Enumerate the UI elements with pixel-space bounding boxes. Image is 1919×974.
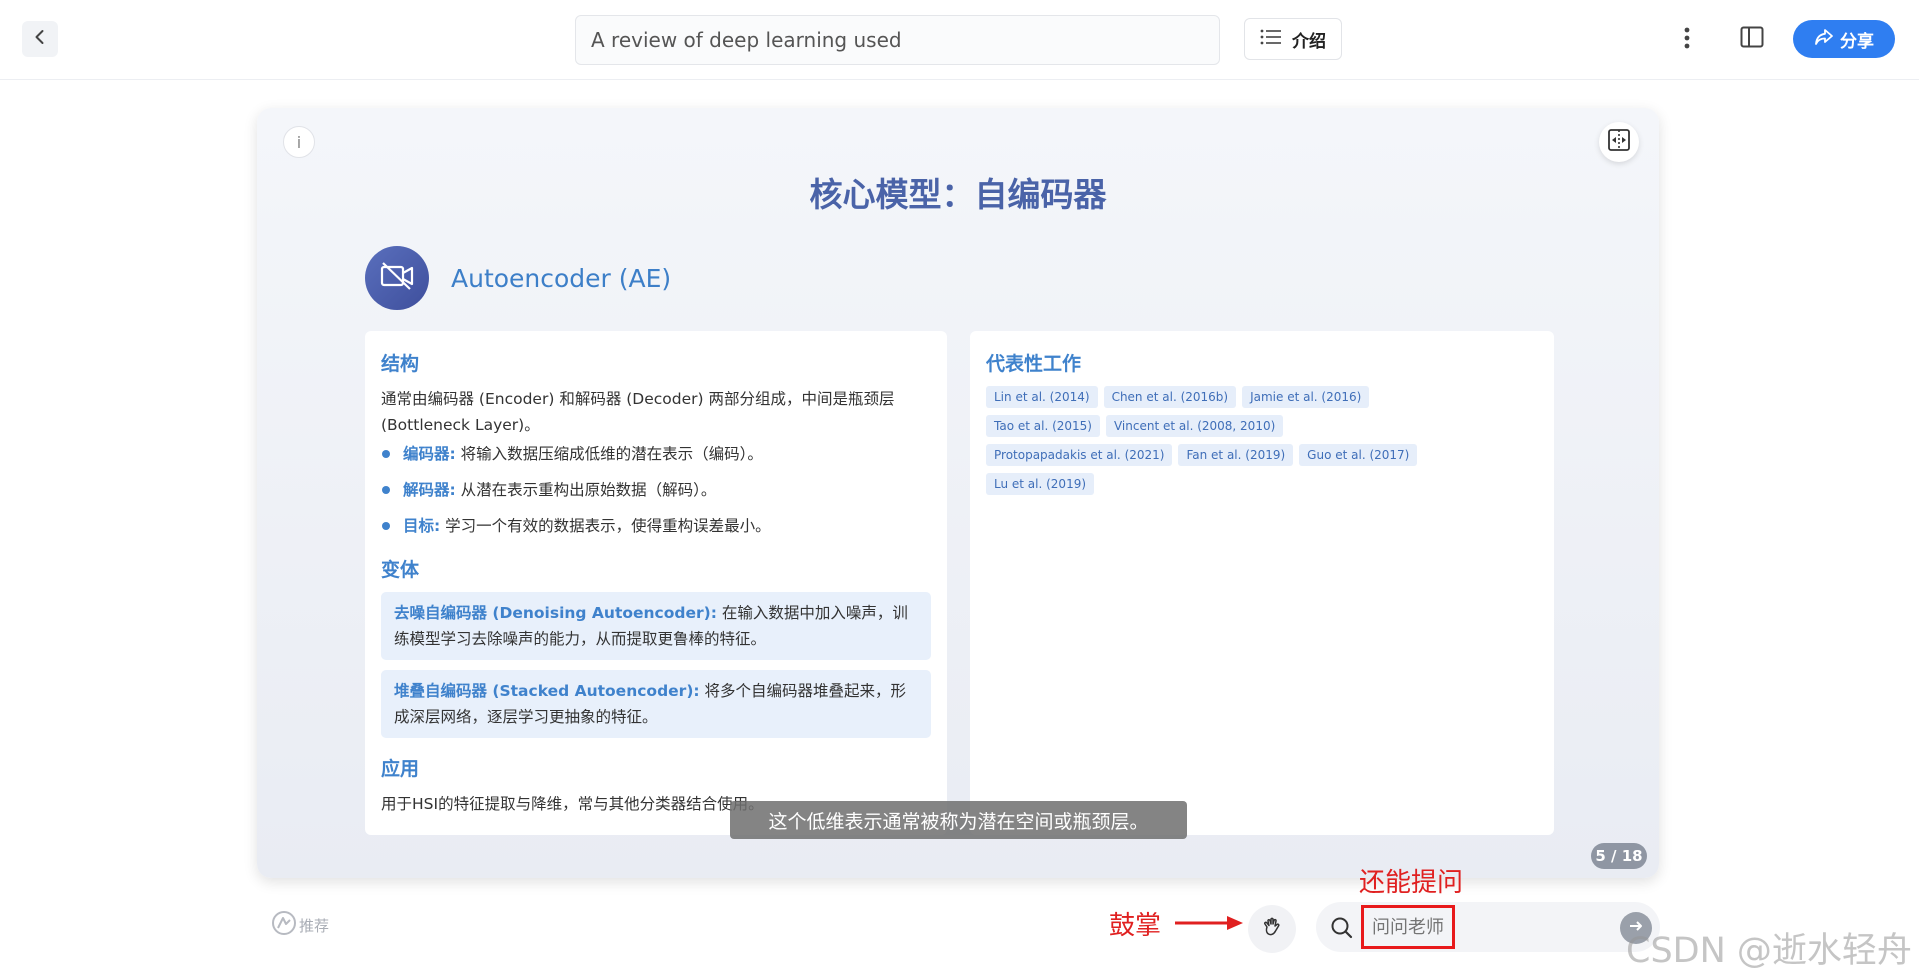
application-heading: 应用 <box>381 758 420 780</box>
recommend-icon <box>271 910 297 940</box>
intro-label: 介绍 <box>1292 31 1326 52</box>
list-item: 目标: 学习一个有效的数据表示，使得重构误差最小。 <box>381 513 931 539</box>
share-icon <box>1814 28 1834 51</box>
info-button[interactable]: i <box>283 126 315 158</box>
list-item-text: 将输入数据压缩成低维的潜在表示（编码）。 <box>455 445 763 463</box>
split-view-button[interactable] <box>1599 122 1639 162</box>
intro-button[interactable]: 介绍 <box>1244 18 1342 60</box>
page-indicator: 5 / 18 <box>1591 843 1647 869</box>
recommend-label: 推荐 <box>299 916 330 935</box>
reference-tag: Lin et al. (2014) <box>986 386 1098 408</box>
list-icon <box>1260 28 1282 51</box>
list-item: 编码器: 将输入数据压缩成低维的潜在表示（编码）。 <box>381 441 931 467</box>
structure-heading: 结构 <box>381 353 420 375</box>
share-label: 分享 <box>1840 31 1874 52</box>
clap-hand-icon <box>1260 915 1284 943</box>
list-item: 解码器: 从潜在表示重构出原始数据（解码）。 <box>381 477 931 503</box>
ask-bar <box>1316 902 1660 952</box>
document-title-field[interactable]: A review of deep learning used <box>575 15 1220 65</box>
ask-annotation: 还能提问 <box>1359 868 1464 898</box>
reference-tag: Fan et al. (2019) <box>1178 444 1294 466</box>
reference-tag: Protopapadakis et al. (2021) <box>986 444 1173 466</box>
video-off-icon <box>380 261 414 295</box>
share-button[interactable]: 分享 <box>1793 20 1895 58</box>
variant-box: 堆叠自编码器 (Stacked Autoencoder): 将多个自编码器堆叠起… <box>381 670 931 738</box>
variant-box: 去噪自编码器 (Denoising Autoencoder): 在输入数据中加入… <box>381 592 931 660</box>
info-icon: i <box>296 132 302 152</box>
representative-panel: 代表性工作 Lin et al. (2014) Chen et al. (201… <box>970 331 1554 835</box>
structure-description: 通常由编码器 (Encoder) 和解码器 (Decoder) 两部分组成，中间… <box>381 390 895 434</box>
structure-panel: 结构 通常由编码器 (Encoder) 和解码器 (Decoder) 两部分组成… <box>365 331 947 835</box>
list-item-key: 目标: <box>403 517 441 535</box>
sidebar-icon <box>1740 26 1764 52</box>
clap-annotation: 鼓掌 <box>1109 911 1162 941</box>
reference-tag: Vincent et al. (2008, 2010) <box>1105 415 1284 437</box>
model-badge <box>365 246 429 310</box>
document-title-text: A review of deep learning used <box>591 28 902 52</box>
back-button[interactable] <box>22 21 58 57</box>
app-root: A review of deep learning used 介绍 分享 i 核… <box>0 0 1919 974</box>
list-item-text: 学习一个有效的数据表示，使得重构误差最小。 <box>440 517 771 535</box>
variants-heading: 变体 <box>381 559 420 581</box>
slide-card: i 核心模型：自编码器 Autoencoder (AE) 结构 通常由编码器 (… <box>257 108 1659 878</box>
reference-tag: Guo et al. (2017) <box>1299 444 1418 466</box>
more-options-button[interactable] <box>1675 22 1699 58</box>
ask-teacher-input[interactable] <box>1361 905 1455 949</box>
more-vertical-icon <box>1684 27 1690 53</box>
recommend-button[interactable]: 推荐 <box>271 910 329 940</box>
arrow-right-icon <box>1175 915 1245 935</box>
model-name: Autoencoder (AE) <box>451 263 672 293</box>
subtitle-caption: 这个低维表示通常被称为潜在空间或瓶颈层。 <box>730 801 1187 839</box>
structure-list: 编码器: 将输入数据压缩成低维的潜在表示（编码）。 解码器: 从潜在表示重构出原… <box>381 441 931 539</box>
sidebar-toggle-button[interactable] <box>1737 24 1767 54</box>
reference-tags: Lin et al. (2014) Chen et al. (2016b) Ja… <box>986 386 1456 495</box>
representative-heading: 代表性工作 <box>986 353 1082 375</box>
clap-button[interactable] <box>1248 905 1296 953</box>
watermark: CSDN @逝水轻舟 <box>1626 931 1912 971</box>
variant-key: 去噪自编码器 (Denoising Autoencoder): <box>394 604 717 622</box>
search-icon <box>1330 916 1354 944</box>
reference-tag: Lu et al. (2019) <box>986 473 1095 495</box>
list-item-text: 从潜在表示重构出原始数据（解码）。 <box>455 481 717 499</box>
reference-tag: Chen et al. (2016b) <box>1103 386 1237 408</box>
list-item-key: 解码器: <box>403 481 456 499</box>
reference-tag: Jamie et al. (2016) <box>1242 386 1370 408</box>
reference-tag: Tao et al. (2015) <box>986 415 1100 437</box>
variant-key: 堆叠自编码器 (Stacked Autoencoder): <box>394 682 700 700</box>
model-header: Autoencoder (AE) <box>365 246 671 310</box>
split-view-icon <box>1607 128 1631 156</box>
slide-title: 核心模型：自编码器 <box>809 175 1107 214</box>
top-bar: A review of deep learning used 介绍 分享 <box>0 0 1919 80</box>
list-item-key: 编码器: <box>403 445 456 463</box>
chevron-left-icon <box>32 29 48 49</box>
